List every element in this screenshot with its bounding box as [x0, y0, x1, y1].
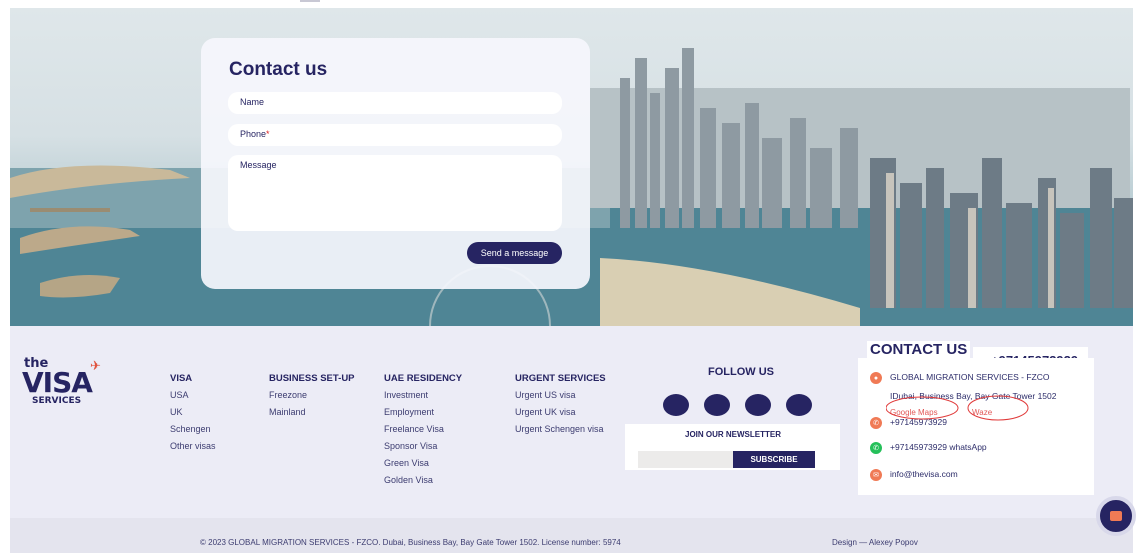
footer: the ✈ VISA SERVICES VISA USA UK Schengen…	[10, 326, 1133, 518]
contact-form-card: Contact us Name Phone* Message Send a me…	[201, 38, 590, 289]
name-placeholder: Name	[240, 97, 265, 107]
link-green-visa[interactable]: Green Visa	[384, 455, 462, 472]
link-mainland[interactable]: Mainland	[269, 404, 355, 421]
send-message-button[interactable]: Send a message	[467, 242, 562, 264]
whatsapp-icon: ✆	[870, 442, 882, 454]
contact-info-box: ● GLOBAL MIGRATION SERVICES - FZCO IDuba…	[858, 358, 1094, 495]
link-golden-visa[interactable]: Golden Visa	[384, 472, 462, 489]
chat-bubble-icon	[1110, 511, 1122, 521]
newsletter-box: JOIN OUR NEWSLETTER SUBSCRIBE	[625, 424, 840, 470]
newsletter-title: JOIN OUR NEWSLETTER	[685, 430, 782, 439]
contact-form-title: Contact us	[229, 59, 328, 80]
follow-us-title: FOLLOW US	[708, 366, 774, 378]
name-field[interactable]: Name	[228, 92, 562, 114]
social-icon-2[interactable]	[704, 394, 730, 416]
whatsapp-number[interactable]: +97145973929 whatsApp	[890, 442, 987, 452]
social-icon-1[interactable]	[663, 394, 689, 416]
message-placeholder: Message	[240, 160, 277, 170]
phone-placeholder: Phone	[240, 129, 267, 139]
footer-col-residency: UAE RESIDENCY Investment Employment Free…	[384, 370, 462, 489]
col-heading: UAE RESIDENCY	[384, 373, 463, 384]
logo-visa: VISA	[22, 366, 93, 399]
company-row: ● GLOBAL MIGRATION SERVICES - FZCO	[870, 372, 1049, 384]
social-icon-3[interactable]	[745, 394, 771, 416]
footer-col-visa: VISA USA UK Schengen Other visas	[170, 370, 216, 455]
phone-icon: ✆	[870, 417, 882, 429]
link-urgent-us[interactable]: Urgent US visa	[515, 387, 606, 404]
link-sponsor-visa[interactable]: Sponsor Visa	[384, 438, 462, 455]
message-field[interactable]: Message	[228, 155, 562, 231]
link-other-visas[interactable]: Other visas	[170, 438, 216, 455]
col-heading: VISA	[170, 373, 193, 384]
link-urgent-schengen[interactable]: Urgent Schengen visa	[515, 421, 606, 438]
email-address[interactable]: info@thevisa.com	[890, 469, 958, 479]
required-mark: *	[266, 129, 270, 139]
link-freelance-visa[interactable]: Freelance Visa	[384, 421, 462, 438]
site-logo[interactable]: the ✈ VISA SERVICES	[22, 356, 112, 408]
link-schengen[interactable]: Schengen	[170, 421, 216, 438]
mail-icon: ✉	[870, 469, 882, 481]
col-heading: URGENT SERVICES	[515, 373, 606, 384]
subscribe-button[interactable]: SUBSCRIBE	[733, 451, 815, 468]
link-uk[interactable]: UK	[170, 404, 216, 421]
col-heading: BUSINESS SET-UP	[269, 373, 355, 384]
social-links	[663, 394, 812, 416]
copyright-text: © 2023 GLOBAL MIGRATION SERVICES - FZCO.…	[200, 538, 621, 547]
logo-services: SERVICES	[32, 396, 82, 406]
company-name: GLOBAL MIGRATION SERVICES - FZCO	[890, 372, 1050, 382]
link-usa[interactable]: USA	[170, 387, 216, 404]
phone-field[interactable]: Phone*	[228, 124, 562, 146]
link-employment[interactable]: Employment	[384, 404, 462, 421]
newsletter-email-input[interactable]	[638, 451, 733, 468]
contact-us-title: CONTACT US	[867, 341, 971, 358]
top-strip	[0, 0, 1143, 8]
email-row: ✉ info@thevisa.com	[870, 469, 958, 481]
link-freezone[interactable]: Freezone	[269, 387, 355, 404]
design-credit[interactable]: Design — Alexey Popov	[832, 538, 918, 547]
footer-col-urgent: URGENT SERVICES Urgent US visa Urgent UK…	[515, 370, 606, 438]
bottom-bar: © 2023 GLOBAL MIGRATION SERVICES - FZCO.…	[10, 518, 1133, 553]
whatsapp-row: ✆ +97145973929 whatsApp	[870, 442, 987, 454]
red-circle-annotation	[886, 395, 1029, 421]
chat-button[interactable]	[1096, 496, 1136, 536]
link-urgent-uk[interactable]: Urgent UK visa	[515, 404, 606, 421]
location-pin-icon: ●	[870, 372, 882, 384]
footer-col-business: BUSINESS SET-UP Freezone Mainland	[269, 370, 355, 421]
top-scrap	[300, 0, 320, 2]
link-investment[interactable]: Investment	[384, 387, 462, 404]
social-icon-4[interactable]	[786, 394, 812, 416]
